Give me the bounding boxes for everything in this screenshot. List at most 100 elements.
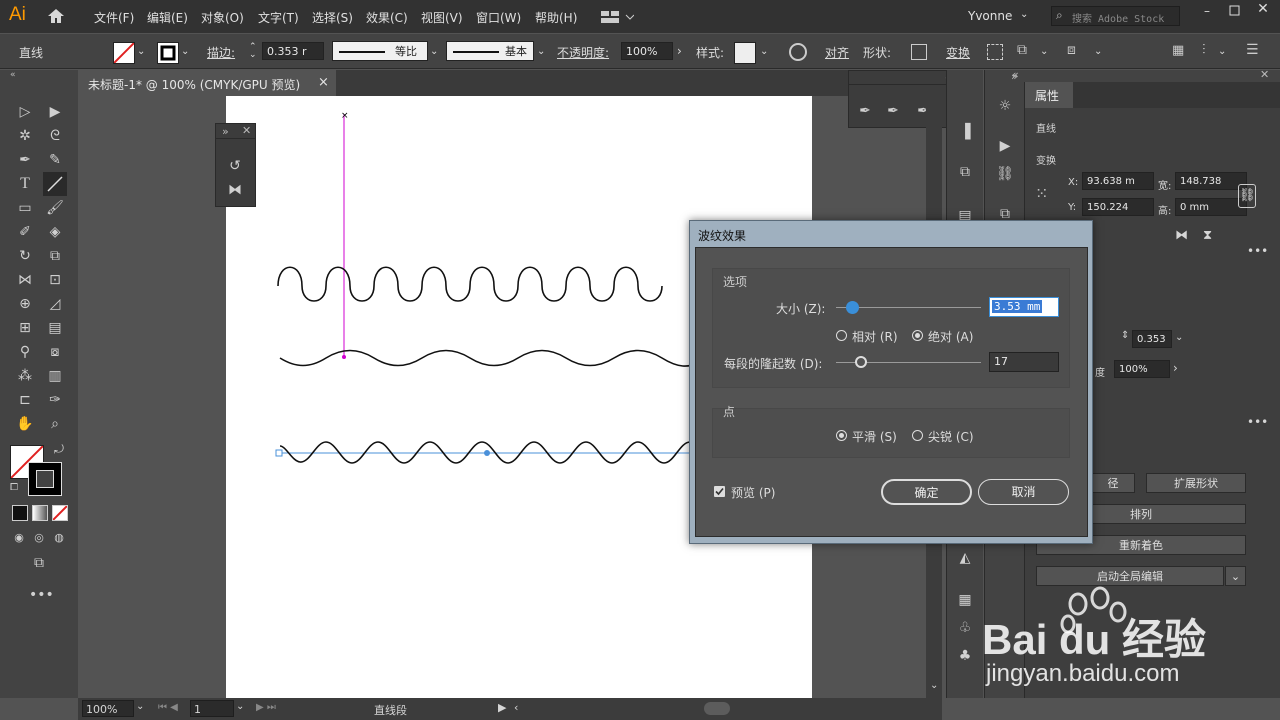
eyedropper-icon[interactable]: ⚲ — [15, 342, 35, 362]
stepper-icon[interactable]: ⇕ — [1121, 330, 1129, 341]
constrain-proportions-icon[interactable]: ⛓ — [1238, 184, 1256, 208]
swatches-icon[interactable]: ▦ — [955, 590, 975, 610]
expand-icon[interactable]: « — [1012, 68, 1019, 81]
menu-object[interactable]: 对象(O) — [201, 9, 244, 26]
ridges-input[interactable]: 17 — [989, 352, 1059, 372]
draw-normal-icon[interactable]: ◉ — [9, 528, 29, 548]
pen-icon[interactable]: ✒ — [855, 101, 875, 121]
free-transform-icon[interactable]: ⊡ — [45, 270, 65, 290]
more-tools-icon[interactable]: ••• — [29, 585, 54, 605]
cancel-button[interactable]: 取消 — [978, 479, 1069, 505]
close-icon[interactable]: ✕ — [1260, 68, 1269, 81]
stroke-swatch[interactable] — [157, 42, 179, 64]
puppet-warp-icon[interactable]: ⧈ — [1067, 42, 1076, 58]
stroke-color-swatch[interactable] — [28, 462, 62, 496]
lasso-icon[interactable]: ᘓ — [45, 126, 65, 146]
scroll-left-icon[interactable]: ‹ — [514, 701, 518, 714]
slice-tool-icon[interactable]: ✑ — [45, 390, 65, 410]
blend-tool-icon[interactable]: ⧇ — [45, 342, 65, 362]
y-field[interactable]: 150.224 — [1082, 198, 1154, 216]
menu-edit[interactable]: 编辑(E) — [147, 9, 188, 26]
relative-radio[interactable] — [836, 330, 847, 341]
last-artboard-icon[interactable]: ▶ ⏭ — [256, 702, 276, 713]
first-artboard-icon[interactable]: ⏮ ◀ — [158, 702, 178, 713]
shape-icon[interactable] — [911, 44, 927, 60]
pen-tool-icon[interactable]: ✒ — [15, 150, 35, 170]
symbol-sprayer-icon[interactable]: ⁂ — [15, 366, 35, 386]
expand-shape-button[interactable]: 扩展形状 — [1146, 473, 1246, 493]
chevron-down-icon[interactable]: ⌄ — [1094, 46, 1102, 57]
horizontal-scrollbar-thumb[interactable] — [704, 702, 730, 715]
eraser-icon[interactable]: ◈ — [45, 222, 65, 242]
size-input[interactable]: 3.53 mm — [989, 297, 1059, 317]
collapse-icon[interactable]: « — [10, 70, 16, 80]
column-graph-icon[interactable]: ▥ — [45, 366, 65, 386]
fill-swatch[interactable] — [113, 42, 135, 64]
align-panel-icon[interactable]: ▐ — [955, 122, 975, 142]
gradient-tool-icon[interactable]: ▤ — [45, 318, 65, 338]
artboard-tool-icon[interactable]: ⊏ — [15, 390, 35, 410]
status-menu-arrow-icon[interactable]: ▶ — [498, 701, 506, 714]
opacity-field[interactable]: 100% — [621, 42, 673, 60]
ridges-slider-thumb[interactable] — [855, 356, 867, 368]
stock-search-input[interactable]: ⌕ 搜索 Adobe Stock — [1051, 6, 1180, 26]
shape-builder-icon[interactable]: ⊕ — [15, 294, 35, 314]
panel-menu-icon[interactable]: ☰ — [1246, 42, 1259, 58]
selection-tool-icon[interactable]: ▷ — [15, 102, 35, 122]
reference-point-icon[interactable]: ⁙ — [1035, 184, 1048, 203]
isolate-icon[interactable]: ⧉ — [1017, 42, 1027, 58]
corner-radio[interactable] — [912, 430, 923, 441]
color-mode-button[interactable] — [12, 505, 28, 521]
chevron-down-icon[interactable]: ⌄ — [136, 701, 144, 712]
gradient-mode-button[interactable] — [32, 505, 48, 521]
pathfinder-icon[interactable]: ⧉ — [955, 162, 975, 182]
opacity-field[interactable]: 100% — [1114, 360, 1170, 378]
menu-file[interactable]: 文件(F) — [94, 9, 134, 26]
smooth-label[interactable]: 平滑 (S) — [852, 428, 897, 445]
user-menu[interactable]: Yvonne — [968, 9, 1012, 23]
rectangle-tool-icon[interactable]: ▭ — [15, 198, 35, 218]
flip-horizontal-icon[interactable]: ⧓ — [1175, 228, 1188, 243]
artboard-number-field[interactable]: 1 — [190, 700, 234, 717]
smooth-radio[interactable] — [836, 430, 847, 441]
recolor-icon[interactable] — [789, 43, 807, 61]
close-tab-icon[interactable]: × — [318, 75, 329, 90]
stroke-field[interactable]: 0.353 — [1132, 330, 1172, 348]
default-colors-icon[interactable]: ⧠ — [10, 482, 18, 493]
none-mode-button[interactable] — [52, 505, 68, 521]
document-tab[interactable]: 未标题-1* @ 100% (CMYK/GPU 预览) × — [78, 70, 336, 96]
align-label[interactable]: 对齐 — [825, 44, 849, 61]
menu-help[interactable]: 帮助(H) — [535, 9, 577, 26]
line-segment-tool-icon[interactable] — [43, 172, 67, 196]
magic-wand-icon[interactable]: ✲ — [15, 126, 35, 146]
preview-checkbox[interactable] — [714, 486, 725, 497]
width-field[interactable]: 148.738 — [1175, 172, 1247, 190]
scale-tool-icon[interactable]: ⧉ — [45, 246, 65, 266]
menu-type[interactable]: 文字(T) — [258, 9, 299, 26]
sliders-icon[interactable]: ⫶ — [1202, 42, 1206, 58]
brush-definition[interactable]: 基本 — [446, 41, 534, 61]
screen-mode-icon[interactable]: ⧉ — [29, 553, 49, 573]
chevron-down-icon[interactable]: ⌄ — [1020, 9, 1028, 20]
more-options-icon[interactable]: ••• — [1247, 415, 1268, 429]
height-field[interactable]: 0 mm — [1175, 198, 1247, 216]
symbols-icon[interactable]: ♧ — [955, 618, 975, 638]
menu-window[interactable]: 窗口(W) — [476, 9, 521, 26]
absolute-radio[interactable] — [912, 330, 923, 341]
menu-select[interactable]: 选择(S) — [312, 9, 353, 26]
minimize-button[interactable]: – — [1196, 4, 1218, 18]
more-options-icon[interactable]: ••• — [1247, 244, 1268, 258]
rotate-icon[interactable]: ↺ — [225, 156, 245, 176]
paintbrush-icon[interactable]: 🖌 — [45, 198, 65, 218]
maximize-button[interactable] — [1224, 4, 1246, 18]
menu-effect[interactable]: 效果(C) — [366, 9, 408, 26]
corner-label[interactable]: 尖锐 (C) — [928, 428, 974, 445]
chevron-down-icon[interactable]: ⌄ — [1225, 566, 1246, 586]
flip-vertical-icon[interactable]: ⧗ — [1203, 228, 1212, 243]
mesh-tool-icon[interactable]: ⊞ — [15, 318, 35, 338]
play-icon[interactable]: ▶ — [995, 136, 1015, 156]
ok-button[interactable]: 确定 — [881, 479, 972, 505]
close-window-button[interactable]: ✕ — [1252, 1, 1274, 17]
type-tool-icon[interactable]: T — [15, 174, 35, 194]
properties-tab[interactable]: 属性 — [1025, 82, 1073, 108]
